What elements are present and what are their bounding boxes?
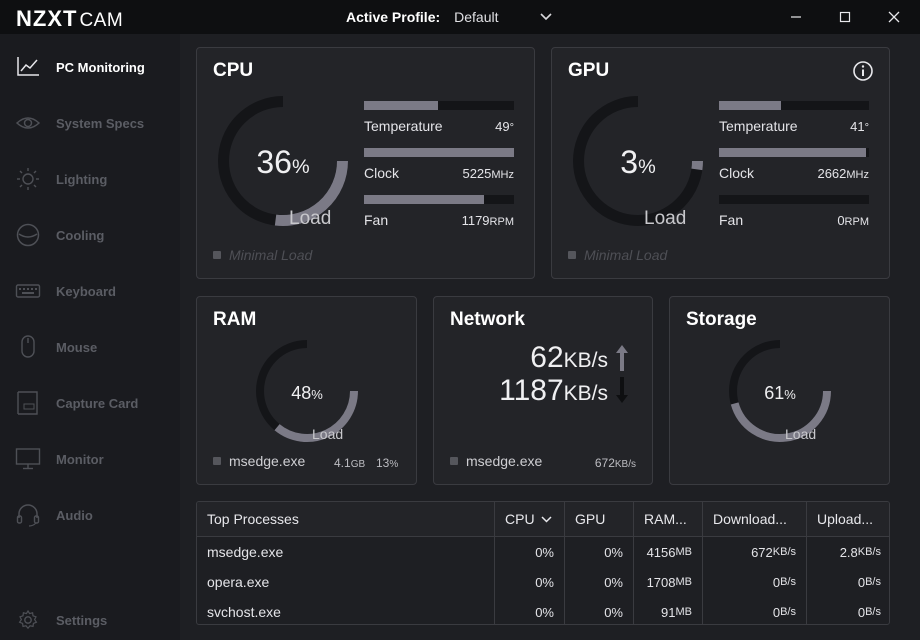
cpu-load-value: 36% [256, 144, 310, 180]
table-row[interactable]: opera.exe 0% 0% 1708 MB 0 B/s 0 B/s [197, 567, 889, 597]
top-processes-table: Top Processes CPU GPU RAM... Download...… [196, 501, 890, 625]
sidebar-item-capture-card[interactable]: Capture Card [0, 383, 180, 423]
storage-title: Storage [686, 309, 757, 330]
ram-load-value: 48% [291, 383, 323, 403]
column-header-gpu[interactable]: GPU [564, 502, 633, 536]
network-upload-rate: 62KB/s [530, 341, 608, 374]
table-row[interactable]: svchost.exe 0% 0% 91 MB 0 B/s 0 B/s [197, 597, 889, 624]
gpu-clock-bar [719, 148, 866, 157]
capture-card-icon [14, 389, 42, 417]
cpu-clock-bar [364, 148, 514, 157]
cpu-temperature-bar [364, 101, 438, 110]
sidebar-item-keyboard[interactable]: Keyboard [0, 271, 180, 311]
sidebar-item-audio[interactable]: Audio [0, 495, 180, 535]
eye-icon [14, 109, 42, 137]
maximize-button[interactable] [832, 4, 858, 30]
storage-load-label: Load [785, 426, 817, 442]
storage-load-value: 61% [764, 383, 796, 403]
column-header-upload[interactable]: Upload... [806, 502, 889, 536]
close-icon [888, 11, 900, 23]
info-icon[interactable] [852, 60, 874, 87]
ram-process-percent: 13% [376, 456, 399, 470]
fan-icon [14, 221, 42, 249]
main-content: CPU 36% Load Temperature 49° Clock 5225M… [180, 34, 920, 640]
gpu-status: Minimal Load [568, 247, 667, 263]
cpu-load-label: Load [289, 208, 332, 229]
active-profile-selector[interactable]: Active Profile: Default [346, 9, 552, 25]
close-button[interactable] [881, 4, 907, 30]
gpu-title: GPU [568, 60, 610, 81]
monitor-icon [14, 445, 42, 473]
storage-card: Storage 61% Load [669, 296, 890, 485]
ram-title: RAM [213, 309, 257, 330]
sidebar-item-system-specs[interactable]: System Specs [0, 103, 180, 143]
mouse-icon [14, 333, 42, 361]
status-dot [568, 251, 576, 259]
sidebar-item-cooling[interactable]: Cooling [0, 215, 180, 255]
cpu-fan-bar [364, 195, 484, 204]
profile-label: Active Profile: [346, 9, 441, 25]
sidebar-item-settings[interactable]: Settings [0, 600, 180, 640]
headset-icon [14, 501, 42, 529]
profile-value: Default [454, 9, 499, 25]
network-download-rate: 1187KB/s [499, 374, 608, 407]
status-dot [213, 251, 221, 259]
download-arrow-icon [615, 375, 629, 410]
ram-load-label: Load [312, 426, 344, 442]
minimize-icon [791, 16, 801, 18]
cpu-card: CPU 36% Load Temperature 49° Clock 5225M… [196, 47, 535, 279]
gpu-temperature-bar [719, 101, 781, 110]
column-header-download[interactable]: Download... [702, 502, 806, 536]
sort-chevron-down-icon [541, 515, 552, 523]
keyboard-icon [14, 277, 42, 305]
sidebar: PC Monitoring System Specs Lighting Cool… [0, 34, 180, 640]
cpu-status: Minimal Load [213, 247, 312, 263]
sidebar-item-pc-monitoring[interactable]: PC Monitoring [0, 47, 180, 87]
table-row[interactable]: msedge.exe 0% 0% 4156 MB 672 KB/s 2.8 KB/s [197, 537, 889, 567]
gpu-card: GPU 3% Load Temperature 41° Clock 2662MH… [551, 47, 890, 279]
sidebar-item-monitor[interactable]: Monitor [0, 439, 180, 479]
network-top-process: msedge.exe [450, 453, 542, 469]
maximize-icon [839, 11, 851, 23]
table-header-row: Top Processes CPU GPU RAM... Download...… [197, 502, 889, 537]
sidebar-item-lighting[interactable]: Lighting [0, 159, 180, 199]
chart-line-icon [14, 53, 42, 81]
network-process-rate: 672KB/s [594, 456, 636, 470]
gpu-load-label: Load [644, 208, 687, 229]
network-title: Network [450, 309, 525, 330]
ram-top-process: msedge.exe [213, 453, 305, 469]
ram-process-amount: 4.1GB [334, 456, 366, 470]
minimize-button[interactable] [783, 4, 809, 30]
column-header-name[interactable]: Top Processes [197, 502, 494, 536]
app-logo: NZXT CAM [16, 6, 124, 31]
sun-icon [14, 165, 42, 193]
sidebar-item-mouse[interactable]: Mouse [0, 327, 180, 367]
title-bar: NZXT CAM Active Profile: Default [0, 0, 920, 34]
upload-arrow-icon [615, 343, 629, 378]
gear-icon [14, 606, 42, 634]
network-card: Network 62KB/s 1187KB/s msedge.exe 672KB… [433, 296, 653, 485]
column-header-ram[interactable]: RAM... [633, 502, 702, 536]
column-header-cpu[interactable]: CPU [494, 502, 564, 536]
gpu-load-value: 3% [620, 144, 656, 180]
ram-card: RAM 48% Load msedge.exe 4.1GB 13% [196, 296, 417, 485]
cpu-title: CPU [213, 60, 254, 81]
chevron-down-icon [540, 10, 552, 24]
